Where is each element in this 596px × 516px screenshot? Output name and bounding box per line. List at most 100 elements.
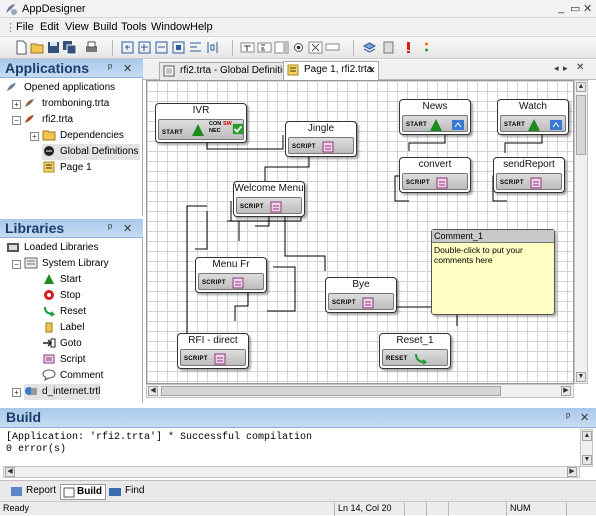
node-bye[interactable]: Bye SCRIPT — [325, 277, 397, 313]
tree-item-global-definitions[interactable]: Global Definitions — [42, 144, 141, 160]
scroll-down-icon[interactable]: ▼ — [582, 455, 592, 465]
maximize-button[interactable]: ▭ — [570, 2, 580, 15]
node-news[interactable]: News START — [399, 99, 471, 135]
node-convert[interactable]: convert SCRIPT — [399, 157, 471, 193]
list-tool-icon[interactable] — [274, 40, 289, 55]
node-sendreport[interactable]: sendReport SCRIPT — [493, 157, 565, 193]
zoom-page-icon[interactable] — [171, 40, 186, 55]
expand-icon[interactable]: + — [12, 388, 21, 397]
node-menu-fr[interactable]: Menu Fr SCRIPT — [195, 257, 267, 293]
zoom-in-icon[interactable] — [137, 40, 152, 55]
tab-build[interactable]: Build — [60, 484, 106, 500]
tree-root[interactable]: Opened applications — [6, 80, 115, 96]
page-icon — [43, 161, 55, 173]
pin-icon[interactable]: ᵖ — [108, 222, 112, 234]
lib-item-comment[interactable]: Comment — [42, 368, 103, 384]
scroll-up-icon[interactable]: ▲ — [582, 431, 592, 441]
menu-build[interactable]: Build — [93, 21, 117, 33]
lib-item-reset[interactable]: Reset — [42, 304, 86, 320]
expand-icon[interactable]: + — [30, 132, 39, 141]
tree-item-dependencies[interactable]: Dependencies — [42, 128, 124, 144]
tree-item-system-library[interactable]: System Library — [24, 256, 109, 272]
scroll-left-icon[interactable]: ◀ — [148, 386, 158, 396]
tab-close-all-icon[interactable]: ✕ — [576, 62, 584, 73]
menu-window[interactable]: Window — [151, 21, 190, 33]
close-panel-icon[interactable]: ✕ — [123, 222, 132, 235]
distribute-icon[interactable] — [205, 40, 220, 55]
error-icon[interactable] — [401, 40, 416, 55]
lib-item-start[interactable]: Start — [42, 272, 81, 288]
node-title: Jingle — [307, 123, 335, 134]
save-icon[interactable] — [46, 40, 61, 55]
exit-tool-icon[interactable] — [257, 40, 272, 55]
tab-report[interactable]: Report — [10, 484, 56, 500]
tab-scroll-left-icon[interactable]: ◂ — [554, 63, 559, 74]
print-icon[interactable] — [84, 40, 99, 55]
node-welcome-menu[interactable]: Welcome Menu SCRIPT — [233, 181, 305, 217]
gap-tool-icon[interactable] — [325, 40, 340, 55]
lib-item-script[interactable]: Script — [42, 352, 86, 368]
node-jingle[interactable]: Jingle SCRIPT — [285, 121, 357, 157]
function-tool-icon[interactable] — [308, 40, 323, 55]
open-folder-icon[interactable] — [30, 40, 45, 55]
tab-close-icon[interactable]: ✕ — [368, 62, 376, 78]
node-rfi-direct[interactable]: RFI - direct SCRIPT — [177, 333, 249, 369]
script-icon — [530, 177, 542, 189]
tab-find[interactable]: Find — [108, 484, 144, 500]
node-reset[interactable]: Reset_1 RESET — [379, 333, 451, 369]
tree-item-rfi2[interactable]: rfi2.trta — [24, 112, 73, 128]
save-all-icon[interactable] — [62, 40, 77, 55]
menu-view[interactable]: View — [65, 21, 89, 33]
node-watch[interactable]: Watch START — [497, 99, 569, 135]
scroll-thumb[interactable] — [576, 95, 586, 155]
menu-tools[interactable]: Tools — [121, 21, 147, 33]
close-panel-icon[interactable]: ✕ — [580, 411, 589, 424]
tree-item-page1[interactable]: Page 1 — [42, 160, 92, 176]
node-ivr[interactable]: IVR START CON NEC SW — [155, 103, 247, 143]
menu-edit[interactable]: Edit — [40, 21, 59, 33]
tree-item-d-internet[interactable]: d_internet.trtl — [24, 384, 101, 400]
build-vertical-scrollbar[interactable]: ▲ ▼ — [580, 429, 593, 467]
script-icon — [214, 353, 226, 365]
collapse-icon[interactable]: − — [12, 260, 21, 269]
node-title: Watch — [519, 101, 547, 112]
align-icon[interactable] — [188, 40, 203, 55]
scroll-right-icon[interactable]: ▶ — [567, 467, 577, 477]
canvas-horizontal-scrollbar[interactable]: ◀ ▶ — [146, 384, 574, 398]
zoom-fit-icon[interactable] — [120, 40, 135, 55]
zoom-out-icon[interactable] — [154, 40, 169, 55]
build-horizontal-scrollbar[interactable]: ◀ ▶ — [3, 466, 580, 478]
new-file-icon[interactable] — [14, 40, 29, 55]
close-panel-icon[interactable]: ✕ — [123, 62, 132, 75]
radio-tool-icon[interactable] — [291, 40, 306, 55]
menu-file[interactable]: File — [16, 21, 34, 33]
expand-icon[interactable]: + — [12, 100, 21, 109]
scroll-right-icon[interactable]: ▶ — [561, 386, 571, 396]
lib-item-label[interactable]: Label — [42, 320, 84, 336]
design-canvas[interactable]: IVR START CON NEC SW Jingle SCRIPT News … — [146, 80, 574, 384]
close-button[interactable]: ✕ — [583, 2, 592, 15]
tab-global-definitions[interactable]: rfi2.trta - Global Definitions — [159, 62, 285, 80]
text-tool-icon[interactable] — [240, 40, 255, 55]
layers-icon[interactable] — [362, 40, 377, 55]
scroll-thumb[interactable] — [161, 386, 501, 396]
comment-box[interactable]: Comment_1 Double-click to put your comme… — [431, 229, 555, 315]
tree-root-libraries[interactable]: Loaded Libraries — [6, 240, 99, 256]
collapse-icon[interactable]: − — [12, 116, 21, 125]
pin-icon[interactable]: ᵖ — [108, 62, 112, 74]
lib-item-goto[interactable]: Goto — [42, 336, 82, 352]
debug-icon[interactable] — [419, 40, 434, 55]
tab-scroll-right-icon[interactable]: ▸ — [563, 63, 568, 74]
minimize-button[interactable]: _ — [558, 2, 564, 14]
scroll-left-icon[interactable]: ◀ — [5, 467, 15, 477]
menu-help[interactable]: Help — [190, 21, 213, 33]
tab-page1[interactable]: Page 1, rfi2.trta ✕ — [283, 61, 379, 80]
libraries-tree: Loaded Libraries − System Library Start … — [0, 238, 143, 403]
pin-icon[interactable]: ᵖ — [566, 411, 570, 423]
lib-item-stop[interactable]: Stop — [42, 288, 81, 304]
canvas-vertical-scrollbar[interactable]: ▲ ▼ — [574, 80, 588, 384]
compile-icon[interactable] — [381, 40, 396, 55]
scroll-up-icon[interactable]: ▲ — [576, 82, 586, 92]
scroll-down-icon[interactable]: ▼ — [576, 372, 586, 382]
tree-item-tromboning[interactable]: tromboning.trta — [24, 96, 109, 112]
